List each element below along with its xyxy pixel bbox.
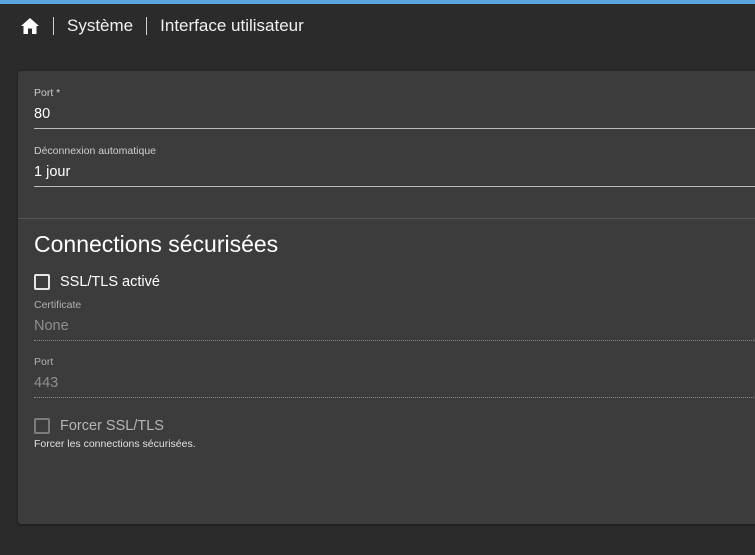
auto-logout-field[interactable]: Déconnexion automatique 1 jour (34, 145, 755, 187)
section-divider (18, 218, 755, 219)
ssl-enabled-label: SSL/TLS activé (60, 274, 160, 290)
force-ssl-checkbox (34, 418, 50, 434)
force-ssl-helper-text: Forcer les connections sécurisées. (34, 438, 196, 450)
certificate-label: Certificate (34, 299, 82, 311)
top-accent-bar (0, 0, 755, 4)
breadcrumb-separator (146, 17, 148, 35)
port-field[interactable]: Port * 80 (34, 87, 755, 129)
certificate-field: Certificate None (34, 299, 755, 341)
force-ssl-label: Forcer SSL/TLS (60, 418, 164, 434)
breadcrumb: Système Interface utilisateur (20, 12, 304, 40)
secure-port-underline (34, 397, 755, 398)
auto-logout-underline (34, 186, 755, 187)
auto-logout-select[interactable]: 1 jour (34, 164, 755, 180)
ssl-enabled-checkbox-row[interactable]: SSL/TLS activé (34, 274, 160, 290)
settings-card: Port * 80 Déconnexion automatique 1 jour… (18, 71, 755, 524)
force-ssl-checkbox-row: Forcer SSL/TLS (34, 418, 164, 434)
certificate-select: None (34, 318, 69, 334)
breadcrumb-separator (53, 17, 54, 35)
ssl-enabled-checkbox[interactable] (34, 274, 50, 290)
auto-logout-label: Déconnexion automatique (34, 145, 157, 157)
breadcrumb-item-user-interface: Interface utilisateur (160, 16, 304, 35)
secure-port-label: Port (34, 356, 54, 368)
port-input[interactable]: 80 (34, 106, 755, 122)
secure-connections-title: Connections sécurisées (34, 231, 279, 257)
breadcrumb-item-system[interactable]: Système (67, 16, 133, 36)
home-icon[interactable] (20, 16, 40, 36)
secure-port-field: Port 443 (34, 356, 755, 398)
certificate-underline (34, 340, 755, 341)
port-label: Port * (34, 87, 61, 99)
port-underline (34, 128, 755, 129)
secure-port-input: 443 (34, 375, 59, 391)
